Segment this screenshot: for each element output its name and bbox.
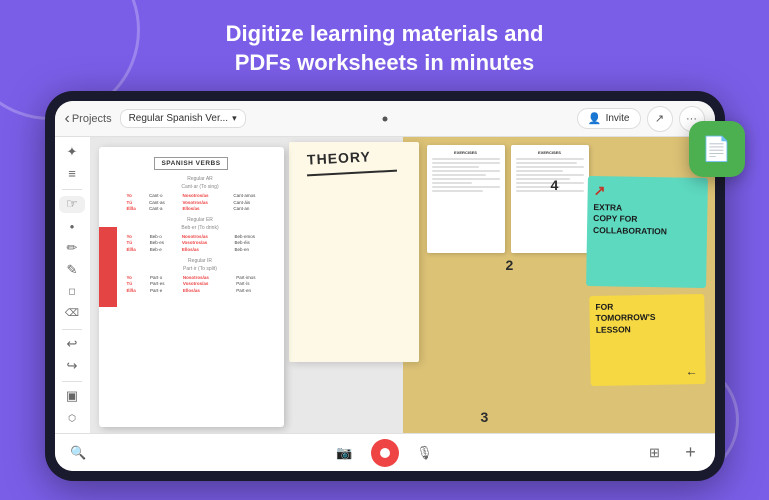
documents-icon: 📄 <box>702 135 732 164</box>
main-content: ✦ ≡ ☞ ● ✏ ✎ ◻ ⌫ ↩ ↪ ▣ ⬡ <box>55 137 715 433</box>
ir-section: Regular IR Part·ir (To split) YoPart·oNo… <box>107 258 276 294</box>
tool-pointer[interactable]: ☞ <box>59 196 85 214</box>
person-icon: 👤 <box>588 112 602 125</box>
ws1-title: EXERCISES <box>432 150 500 155</box>
tool-menu[interactable]: ≡ <box>59 165 85 183</box>
header-line2: PDFs worksheets in minutes <box>226 49 544 78</box>
page-number-4: 4 <box>551 177 559 193</box>
toolbar-divider-2 <box>62 329 82 330</box>
tool-pen[interactable]: ✏ <box>59 239 85 257</box>
spanish-verbs-page: SPANISH VERBS Regular AR Cant·ar (To sin… <box>99 147 284 427</box>
tool-image[interactable]: ▣ <box>59 388 85 406</box>
tool-eraser[interactable]: ⌫ <box>59 305 85 323</box>
video-button[interactable]: 📷 <box>331 439 359 467</box>
tool-redo[interactable]: ↪ <box>59 357 85 375</box>
worksheet-1: EXERCISES <box>427 145 505 253</box>
bottom-right-tools: ⊞ + <box>641 439 705 467</box>
ws2-title: EXERCISES <box>516 150 584 155</box>
bottom-left-tools: 🔍 <box>65 439 93 467</box>
tool-extra[interactable]: ⬡ <box>59 409 85 427</box>
sticky-yellow-text: FOR TOMORROW'S LESSON <box>595 300 699 336</box>
ar-sub: Cant·ar (To sing) <box>125 184 276 190</box>
er-section: Regular ER Beb·er (To drink) YoBeb·oNoso… <box>107 217 276 253</box>
share-icon: ↗ <box>655 112 664 125</box>
tool-select[interactable]: ✦ <box>59 143 85 161</box>
share-button[interactable]: ↗ <box>647 106 673 132</box>
left-toolbar: ✦ ≡ ☞ ● ✏ ✎ ◻ ⌫ ↩ ↪ ▣ ⬡ <box>55 137 91 433</box>
tool-dot[interactable]: ● <box>59 217 85 235</box>
theory-label: THEORY <box>306 149 371 168</box>
add-button[interactable]: + <box>677 439 705 467</box>
ar-table: YoCant·oNosotros/asCant·amos TúCant·asVo… <box>125 192 276 212</box>
er-table: YoBeb·oNosotros/asBeb·emos TúBeb·esVosot… <box>125 233 276 253</box>
page-number-2: 2 <box>506 257 514 273</box>
er-header: Regular ER <box>125 217 276 223</box>
theory-underline <box>307 170 397 177</box>
bottom-toolbar: 🔍 📷 🎙 ⊞ + <box>55 433 715 471</box>
ws2-lines <box>516 158 584 192</box>
page-title: SPANISH VERBS <box>154 157 227 170</box>
ir-table: YoPart·oNosotros/asPart·imos TúPart·esVo… <box>125 274 276 294</box>
toolbar-divider-3 <box>62 381 82 382</box>
page-area: SPANISH VERBS Regular AR Cant·ar (To sin… <box>91 137 715 433</box>
tablet-frame: Projects Regular Spanish Ver... 👤 Invite… <box>45 91 725 481</box>
red-accent <box>99 227 117 307</box>
invite-button[interactable]: 👤 Invite <box>577 108 641 129</box>
er-sub: Beb·er (To drink) <box>125 225 276 231</box>
record-button[interactable] <box>371 439 399 467</box>
back-label: Projects <box>72 113 112 125</box>
sticky-teal-text: EXTRA COPY FOR COLLABORATION <box>592 202 701 238</box>
toolbar-divider-1 <box>62 189 82 190</box>
sticky-note-yellow: FOR TOMORROW'S LESSON ← <box>589 294 706 386</box>
invite-label: Invite <box>606 113 630 124</box>
top-bar: Projects Regular Spanish Ver... 👤 Invite… <box>55 101 715 137</box>
tool-pencil[interactable]: ✎ <box>59 261 85 279</box>
page-header: Digitize learning materials and PDFs wor… <box>226 20 544 77</box>
project-dropdown[interactable]: Regular Spanish Ver... <box>120 109 246 128</box>
ir-sub: Part·ir (To split) <box>125 266 276 272</box>
theory-paper: THEORY <box>289 142 419 362</box>
ar-header: Regular AR <box>125 176 276 182</box>
pages-button[interactable]: ⊞ <box>641 439 669 467</box>
page-number-3: 3 <box>481 409 489 425</box>
tool-undo[interactable]: ↩ <box>59 335 85 353</box>
sticky-note-teal: ↗ EXTRA COPY FOR COLLABORATION <box>586 176 708 288</box>
record-icon <box>380 448 390 458</box>
tablet-screen: Projects Regular Spanish Ver... 👤 Invite… <box>55 101 715 471</box>
ar-section: Regular AR Cant·ar (To sing) YoCant·oNos… <box>107 176 276 212</box>
header-line1: Digitize learning materials and <box>226 20 544 49</box>
top-bar-right: 👤 Invite ↗ ··· <box>577 106 705 132</box>
zoom-button[interactable]: 🔍 <box>65 439 93 467</box>
ws1-lines <box>432 158 500 192</box>
fab-documents-button[interactable]: 📄 <box>689 121 745 177</box>
tool-shape[interactable]: ◻ <box>59 283 85 301</box>
mic-button[interactable]: 🎙 <box>411 439 439 467</box>
camera-dot <box>382 116 387 121</box>
ir-header: Regular IR <box>125 258 276 264</box>
dropdown-label: Regular Spanish Ver... <box>129 113 229 124</box>
back-button[interactable]: Projects <box>65 110 112 128</box>
worksheet-2: EXERCISES <box>511 145 589 253</box>
